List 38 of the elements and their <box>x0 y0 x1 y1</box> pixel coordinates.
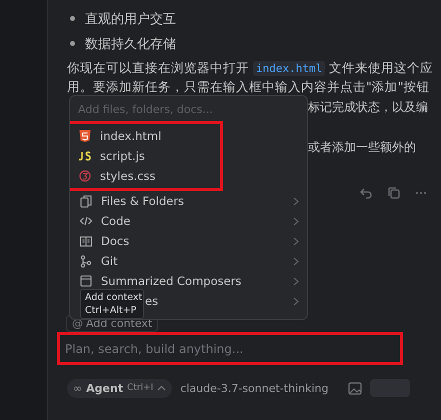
chevron-icon <box>293 236 299 246</box>
model-selector[interactable]: claude-3.7-sonnet-thinking <box>180 382 328 394</box>
menu-item[interactable]: Summarized Composers <box>70 271 307 291</box>
chevron-icon <box>293 196 299 206</box>
paragraph-text: 标记完成状态，以及编 <box>308 99 429 116</box>
menu-item[interactable]: Git <box>70 251 307 271</box>
js-file-icon <box>78 151 92 161</box>
more-icon[interactable] <box>415 191 427 195</box>
code-icon <box>79 216 93 226</box>
bullet-text: 数据持久化存储 <box>85 36 176 52</box>
copy-icon[interactable] <box>387 186 401 200</box>
file-item[interactable]: styles.css <box>70 166 220 186</box>
chevron-icon <box>293 216 299 226</box>
css-file-icon <box>78 170 92 182</box>
chevron-icon <box>293 276 299 286</box>
paragraph: 你现在可以直接在浏览器中打开 index.html 文件来使用这个应用。要添加新任务，只需在输入框中输入内容并点击"添加"按钮 <box>67 59 434 96</box>
agent-mode-button[interactable]: ∞ Agent Ctrl+I <box>67 378 172 398</box>
menu-item[interactable]: es <box>145 294 158 308</box>
caret-icon <box>157 385 166 391</box>
image-icon[interactable] <box>348 382 362 394</box>
bullet-text: 直观的用户交互 <box>85 10 176 28</box>
html-file-icon <box>78 130 92 142</box>
window-icon <box>79 275 93 287</box>
undo-icon[interactable] <box>359 186 373 200</box>
book-icon <box>79 236 93 246</box>
chevron-icon <box>293 296 299 306</box>
file-item[interactable]: index.html <box>70 126 220 146</box>
menu-item[interactable]: Files & Folders <box>70 191 307 211</box>
file-item[interactable]: script.js <box>70 146 220 166</box>
chevron-icon <box>293 256 299 266</box>
chat-input[interactable]: Plan, search, build anything... <box>57 332 403 365</box>
context-search-field[interactable]: Add files, folders, docs... <box>76 101 305 118</box>
menu-item[interactable]: Docs <box>70 231 307 251</box>
branch-icon <box>79 254 93 268</box>
tooltip-shortcut: Ctrl+Alt+P <box>85 304 138 317</box>
menu-item[interactable]: Code <box>70 211 307 231</box>
paragraph-text: 或者添加一些额外的 <box>308 139 417 156</box>
files-icon <box>79 194 93 208</box>
